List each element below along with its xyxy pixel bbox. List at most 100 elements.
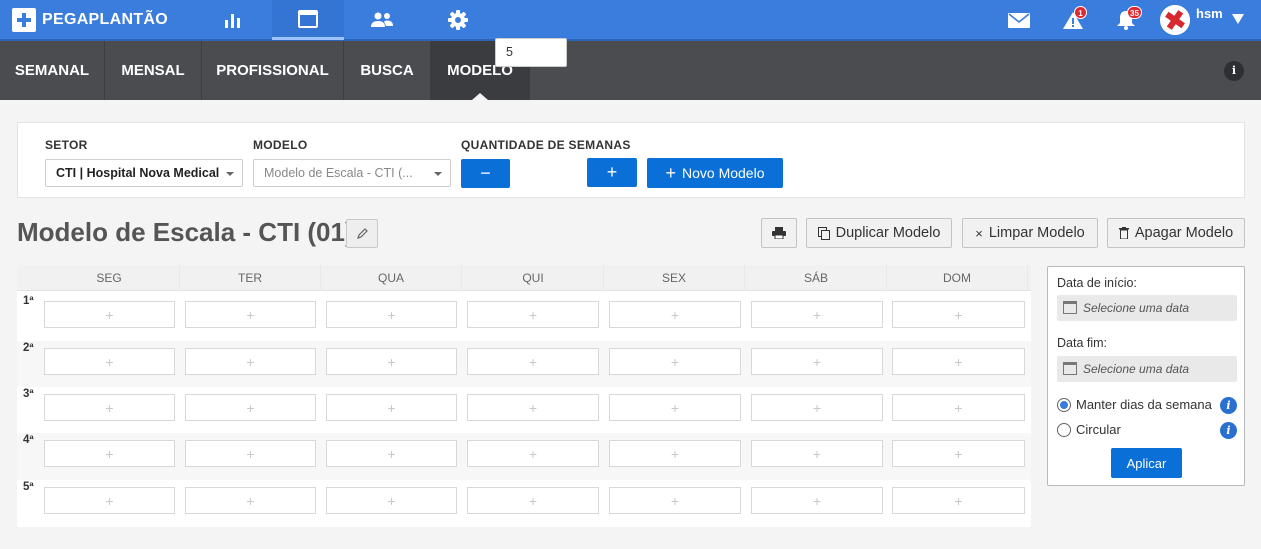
top-bar: PEGAPLANTÃO 1 35 hsm (0, 0, 1261, 41)
add-shift-cell[interactable]: + (467, 394, 599, 421)
info-icon[interactable]: i (1220, 422, 1237, 439)
add-shift-cell[interactable]: + (44, 348, 175, 375)
modelo-value: Modelo de Escala - CTI (... (264, 166, 413, 180)
week-label: 4ª (23, 434, 34, 446)
add-shift-cell[interactable]: + (609, 440, 741, 467)
print-button[interactable] (761, 218, 797, 248)
decrease-weeks-button[interactable]: − (461, 159, 510, 188)
user-avatar[interactable] (1160, 5, 1190, 35)
week-label: 5ª (23, 481, 34, 493)
week-label: 1ª (23, 295, 34, 307)
add-shift-cell[interactable]: + (326, 487, 457, 514)
reports-nav-button[interactable] (197, 0, 269, 40)
day-header-2: QUA (321, 265, 462, 291)
add-shift-cell[interactable]: + (892, 348, 1025, 375)
pencil-icon (357, 227, 368, 239)
week-label: 3ª (23, 388, 34, 400)
info-icon[interactable]: i (1220, 397, 1237, 414)
help-info-button[interactable]: i (1224, 61, 1244, 81)
add-shift-cell[interactable]: + (185, 348, 316, 375)
keep-weekdays-label[interactable]: Manter dias da semana (1076, 397, 1212, 412)
add-shift-cell[interactable]: + (609, 394, 741, 421)
keep-weekdays-radio[interactable] (1057, 398, 1071, 412)
users-nav-button[interactable] (346, 0, 418, 40)
plus-icon: + (665, 163, 676, 183)
start-date-input[interactable]: Selecione uma data (1057, 295, 1237, 321)
apply-model-panel: Data de início: Selecione uma data Data … (1047, 266, 1245, 486)
new-model-button[interactable]: + Novo Modelo (647, 158, 783, 188)
tab-label: PROFISSIONAL (216, 62, 329, 79)
add-shift-cell[interactable]: + (185, 301, 316, 328)
close-icon: × (975, 225, 983, 241)
mail-icon (1008, 12, 1030, 28)
add-shift-cell[interactable]: + (185, 440, 316, 467)
apply-button[interactable]: Aplicar (1111, 448, 1182, 478)
user-name[interactable]: hsm (1196, 6, 1223, 21)
add-shift-cell[interactable]: + (892, 487, 1025, 514)
add-shift-cell[interactable]: + (44, 440, 175, 467)
add-shift-cell[interactable]: + (467, 487, 599, 514)
circular-label[interactable]: Circular (1076, 422, 1121, 437)
gear-icon (448, 10, 468, 30)
setor-select[interactable]: CTI | Hospital Nova Medical (45, 159, 243, 187)
add-shift-cell[interactable]: + (751, 440, 883, 467)
semanas-label: QUANTIDADE DE SEMANAS (461, 138, 631, 152)
page-title: Modelo de Escala - CTI (01) (17, 217, 354, 247)
add-shift-cell[interactable]: + (751, 487, 883, 514)
add-shift-cell[interactable]: + (751, 394, 883, 421)
schedule-model-grid: SEG TER QUA QUI SEX SÁB DOM 1ª + + + + + + +2ª + + + + + + +… (17, 265, 1031, 527)
add-shift-cell[interactable]: + (751, 348, 883, 375)
add-shift-cell[interactable]: + (44, 301, 175, 328)
edit-title-button[interactable] (346, 219, 378, 248)
add-shift-cell[interactable]: + (326, 440, 457, 467)
delete-model-button[interactable]: Apagar Modelo (1107, 218, 1245, 248)
add-shift-cell[interactable]: + (44, 394, 175, 421)
new-model-label: Novo Modelo (682, 165, 765, 181)
start-date-placeholder: Selecione uma data (1083, 301, 1190, 315)
day-header-0: SEG (39, 265, 180, 291)
schedule-nav-button[interactable] (272, 0, 344, 40)
add-shift-cell[interactable]: + (185, 487, 316, 514)
clear-label: Limpar Modelo (988, 225, 1085, 241)
end-date-input[interactable]: Selecione uma data (1057, 356, 1237, 382)
chevron-down-icon (226, 172, 234, 176)
user-menu-caret-icon[interactable] (1232, 14, 1244, 24)
app-logo[interactable]: PEGAPLANTÃO (12, 8, 168, 32)
add-shift-cell[interactable]: + (609, 301, 741, 328)
notifications-button[interactable]: 35 (1111, 6, 1142, 34)
add-shift-cell[interactable]: + (892, 440, 1025, 467)
messages-button[interactable] (1004, 6, 1034, 34)
circular-radio[interactable] (1057, 423, 1071, 437)
day-header-1: TER (180, 265, 321, 291)
clear-model-button[interactable]: × Limpar Modelo (962, 218, 1098, 248)
add-shift-cell[interactable]: + (609, 487, 741, 514)
chevron-down-icon (434, 172, 442, 176)
add-shift-cell[interactable]: + (751, 301, 883, 328)
tab-mensal[interactable]: MENSAL (105, 41, 202, 100)
add-shift-cell[interactable]: + (44, 487, 175, 514)
add-shift-cell[interactable]: + (326, 348, 457, 375)
add-shift-cell[interactable]: + (467, 348, 599, 375)
duplicate-model-button[interactable]: Duplicar Modelo (806, 218, 952, 248)
modelo-label: MODELO (253, 138, 308, 152)
add-shift-cell[interactable]: + (892, 301, 1025, 328)
add-shift-cell[interactable]: + (185, 394, 316, 421)
weeks-quantity-input[interactable]: 5 (495, 38, 567, 67)
add-shift-cell[interactable]: + (467, 440, 599, 467)
avatar-cross-icon (1160, 5, 1190, 35)
increase-weeks-button[interactable]: + (587, 158, 637, 187)
add-shift-cell[interactable]: + (892, 394, 1025, 421)
week-label: 2ª (23, 342, 34, 354)
settings-nav-button[interactable] (422, 0, 494, 40)
tab-busca[interactable]: BUSCA (344, 41, 431, 100)
tab-semanal[interactable]: SEMANAL (0, 41, 105, 100)
tab-profissional[interactable]: PROFISSIONAL (202, 41, 344, 100)
add-shift-cell[interactable]: + (326, 301, 457, 328)
add-shift-cell[interactable]: + (609, 348, 741, 375)
logo-cross-icon (12, 8, 36, 32)
modelo-select[interactable]: Modelo de Escala - CTI (... (253, 159, 451, 187)
add-shift-cell[interactable]: + (326, 394, 457, 421)
alerts-button[interactable]: 1 (1058, 6, 1088, 34)
add-shift-cell[interactable]: + (467, 301, 599, 328)
print-icon (772, 227, 786, 239)
